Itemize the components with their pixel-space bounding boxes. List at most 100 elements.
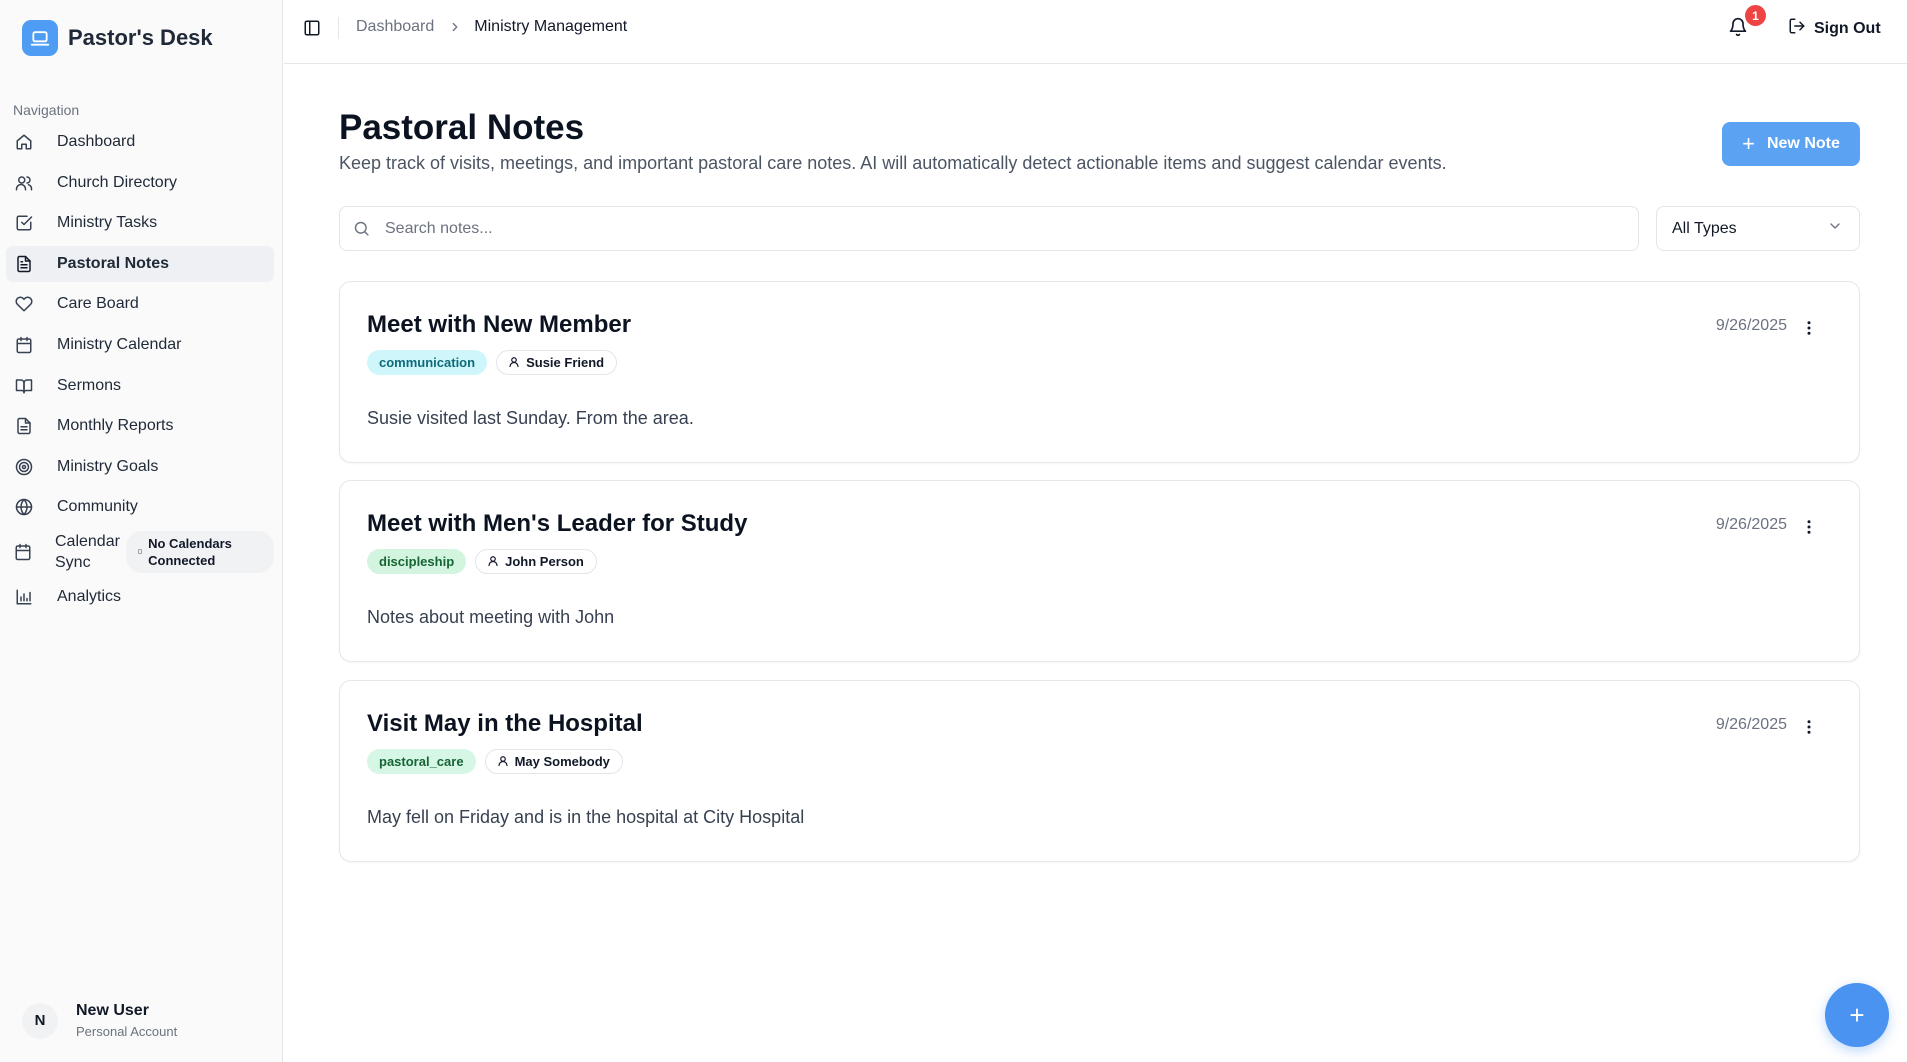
sidebar-item-label: Dashboard — [57, 133, 136, 150]
new-note-label: New Note — [1766, 135, 1840, 152]
note-title: Visit May in the Hospital — [367, 710, 643, 737]
note-body: Notes about meeting with John — [367, 607, 615, 627]
user-account-type: Personal Account — [76, 1024, 178, 1039]
note-body: May fell on Friday and is in the hospita… — [367, 807, 805, 827]
new-note-button[interactable]: + New Note — [1722, 122, 1860, 166]
sidebar-toggle-icon[interactable] — [303, 19, 323, 39]
person-name: May Somebody — [514, 754, 610, 769]
note-type-badge: communication — [367, 350, 488, 375]
user-profile[interactable]: N New User Personal Account — [22, 1002, 177, 1039]
sidebar-item-ministry-goals[interactable]: Ministry Goals — [6, 449, 274, 485]
header-divider — [338, 17, 339, 39]
sidebar-item-church-directory[interactable]: Church Directory — [6, 165, 274, 201]
log-out-icon — [1788, 17, 1806, 40]
calendar-sync-status-badge: No Calendars Connected — [125, 530, 274, 573]
note-card[interactable]: Meet with New Member 9/26/2025 communica… — [339, 281, 1860, 463]
search-input[interactable] — [385, 219, 1585, 238]
file-text-icon — [14, 254, 34, 274]
person-badge[interactable]: May Somebody — [484, 749, 623, 774]
note-date: 9/26/2025 — [1715, 516, 1787, 533]
sidebar-item-community[interactable]: Community — [6, 489, 274, 525]
sidebar-item-sermons[interactable]: Sermons — [6, 368, 274, 404]
sidebar-item-pastoral-notes[interactable]: Pastoral Notes — [6, 245, 274, 282]
user-icon — [497, 755, 510, 768]
page-title: Pastoral Notes — [339, 108, 585, 147]
breadcrumb: Dashboard Ministry Management — [356, 18, 627, 36]
person-badge[interactable]: John Person — [475, 549, 597, 574]
note-title: Meet with Men's Leader for Study — [367, 510, 748, 537]
sidebar-item-label: Sermons — [57, 376, 122, 394]
users-icon — [14, 173, 34, 193]
sign-out-label: Sign Out — [1814, 19, 1881, 37]
sidebar-item-label: Care Board — [57, 295, 139, 313]
notification-count-badge: 1 — [1745, 5, 1766, 26]
note-tags: discipleship John Person — [367, 549, 597, 574]
home-icon — [14, 132, 34, 152]
floating-add-button[interactable]: + — [1825, 983, 1889, 1047]
plus-icon: + — [1742, 131, 1755, 156]
more-vertical-icon[interactable] — [1799, 318, 1819, 338]
user-icon — [508, 356, 521, 369]
type-filter-value: All Types — [1672, 219, 1737, 237]
breadcrumb-dashboard-link[interactable]: Dashboard — [356, 18, 434, 36]
book-open-icon — [14, 376, 34, 396]
sidebar-item-ministry-calendar[interactable]: Ministry Calendar — [6, 327, 274, 363]
note-date: 9/26/2025 — [1715, 317, 1787, 334]
laptop-icon — [22, 20, 58, 56]
sidebar-item-analytics[interactable]: Analytics — [6, 579, 274, 615]
breadcrumb-current: Ministry Management — [474, 18, 628, 35]
avatar: N — [22, 1002, 58, 1039]
note-body: Susie visited last Sunday. From the area… — [367, 408, 694, 428]
top-header: Dashboard Ministry Management 1 Sign Out — [284, 0, 1907, 64]
chevron-right-icon — [448, 20, 462, 34]
calendar-icon — [14, 335, 34, 355]
sidebar-item-label: Pastoral Notes — [57, 254, 170, 272]
person-badge[interactable]: Susie Friend — [496, 350, 618, 375]
sidebar-item-care-board[interactable]: Care Board — [6, 286, 274, 322]
sidebar-item-label: Ministry Goals — [57, 457, 159, 475]
note-tags: communication Susie Friend — [367, 350, 618, 375]
page-subtitle: Keep track of visits, meetings, and impo… — [339, 153, 1447, 173]
calendar-sync-status-text: No Calendars Connected — [148, 535, 232, 568]
note-date: 9/26/2025 — [1715, 716, 1787, 733]
sign-out-button[interactable]: Sign Out — [1788, 17, 1881, 40]
calendar-icon — [14, 542, 32, 562]
sidebar-item-label: Ministry Tasks — [57, 214, 158, 232]
bar-chart-icon — [14, 587, 34, 607]
sidebar-item-label: Calendar Sync — [55, 532, 120, 571]
file-icon — [14, 416, 34, 436]
user-name: New User — [76, 1002, 149, 1019]
user-icon — [487, 555, 500, 568]
sidebar-item-dashboard[interactable]: Dashboard — [6, 124, 274, 160]
nav-heading: Navigation — [13, 102, 80, 118]
person-name: John Person — [505, 554, 584, 569]
note-card[interactable]: Meet with Men's Leader for Study 9/26/20… — [339, 480, 1860, 662]
globe-icon — [14, 497, 34, 517]
search-icon — [353, 220, 371, 238]
more-vertical-icon[interactable] — [1799, 517, 1819, 537]
sidebar-item-ministry-tasks[interactable]: Ministry Tasks — [6, 205, 274, 241]
type-filter-select[interactable]: All Types — [1656, 206, 1860, 251]
brand[interactable]: Pastor's Desk — [22, 20, 213, 56]
sidebar-nav: Dashboard Church Directory Ministry Task… — [6, 124, 274, 619]
sidebar-item-label: Community — [57, 498, 138, 516]
sidebar-item-calendar-sync[interactable]: Calendar Sync No Calendars Connected — [6, 530, 274, 574]
target-icon — [14, 457, 34, 477]
status-dot-icon — [137, 549, 143, 555]
sidebar-item-monthly-reports[interactable]: Monthly Reports — [6, 408, 274, 444]
sidebar-item-label: Ministry Calendar — [57, 335, 182, 353]
checkbox-icon — [14, 213, 34, 233]
heart-icon — [14, 294, 34, 314]
sidebar-item-label: Church Directory — [57, 173, 178, 191]
note-tags: pastoral_care May Somebody — [367, 749, 623, 774]
chevron-down-icon — [1827, 218, 1843, 239]
note-title: Meet with New Member — [367, 311, 632, 338]
app-name: Pastor's Desk — [68, 25, 213, 50]
note-type-badge: discipleship — [367, 549, 467, 574]
more-vertical-icon[interactable] — [1799, 717, 1819, 737]
note-type-badge: pastoral_care — [367, 749, 476, 774]
plus-icon: + — [1849, 999, 1865, 1030]
person-name: Susie Friend — [526, 355, 605, 370]
search-box — [339, 206, 1639, 251]
note-card[interactable]: Visit May in the Hospital 9/26/2025 past… — [339, 680, 1860, 862]
